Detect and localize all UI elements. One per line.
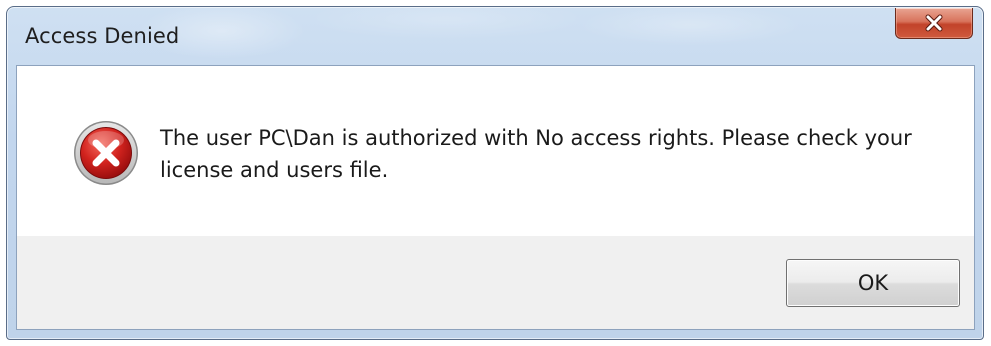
dialog-window: Access Denied The user PC\Dan is authori… bbox=[6, 6, 984, 340]
title-bar[interactable]: Access Denied bbox=[7, 7, 983, 65]
close-icon bbox=[924, 14, 944, 32]
button-area: OK bbox=[17, 236, 974, 329]
dialog-client-area: The user PC\Dan is authorized with No ac… bbox=[16, 65, 975, 330]
window-title: Access Denied bbox=[25, 24, 180, 48]
error-icon bbox=[73, 120, 139, 186]
error-message: The user PC\Dan is authorized with No ac… bbox=[160, 126, 912, 182]
message-area: The user PC\Dan is authorized with No ac… bbox=[17, 66, 974, 236]
ok-button[interactable]: OK bbox=[786, 259, 960, 307]
close-button[interactable] bbox=[895, 8, 973, 39]
